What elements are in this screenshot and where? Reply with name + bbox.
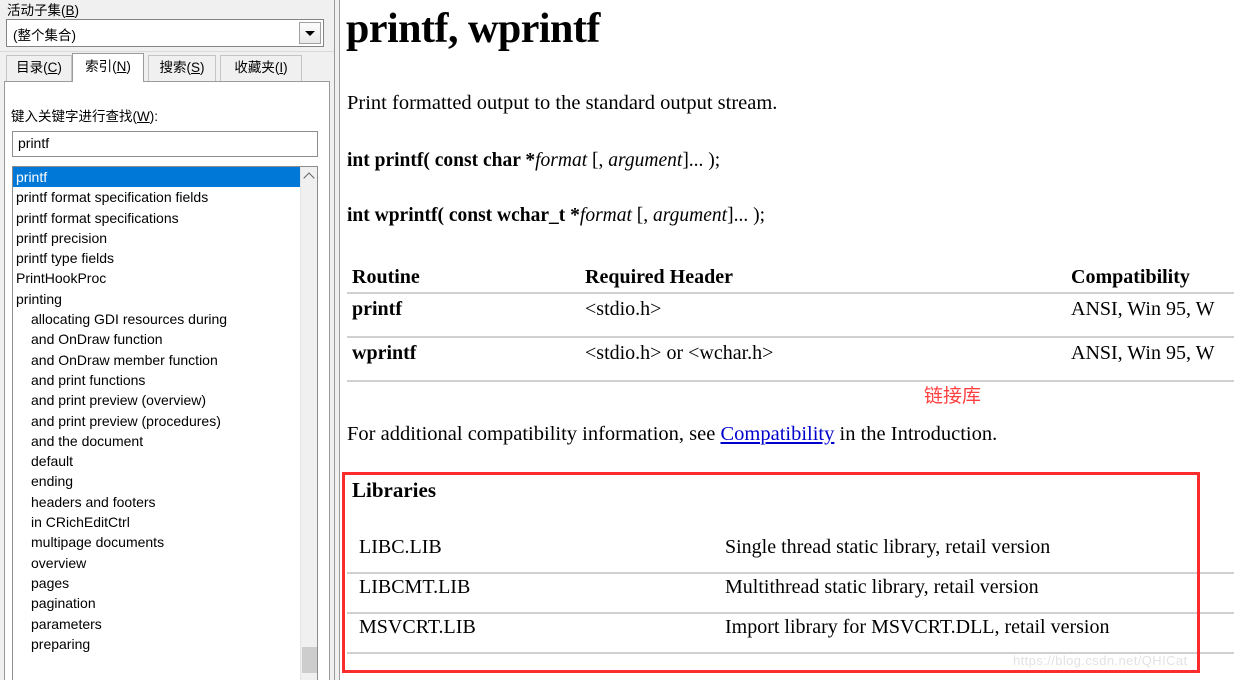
- pane-splitter[interactable]: [334, 0, 340, 680]
- tab-favorites[interactable]: 收藏夹(I): [220, 55, 302, 81]
- cell-library-description: Multithread static library, retail versi…: [725, 576, 1039, 598]
- table-header-row: Routine Required Header Compatibility: [347, 262, 1234, 294]
- libraries-table: LIBC.LIB Single thread static library, r…: [347, 534, 1234, 654]
- cell-compatibility: ANSI, Win 95, W: [1071, 298, 1215, 320]
- prototype-wprintf-param-format: format: [579, 205, 632, 226]
- cell-required-header: <stdio.h>: [585, 298, 662, 320]
- cell-library-description: Single thread static library, retail ver…: [725, 536, 1051, 558]
- prototype-wprintf-prefix: int wprintf( const wchar_t *: [347, 205, 580, 226]
- prototype-printf-mid: [,: [587, 150, 609, 171]
- navigation-pane: 活动子集(B) (整个集合) 目录(C) 索引(N) 搜索(S) 收藏夹(I) …: [0, 0, 334, 680]
- prototype-printf-suffix: ]... );: [682, 150, 721, 171]
- index-list-item[interactable]: printf precision: [13, 228, 301, 248]
- cell-required-header: <stdio.h> or <wchar.h>: [585, 342, 774, 364]
- libraries-heading: Libraries: [352, 478, 436, 502]
- table-row: printf <stdio.h> ANSI, Win 95, W: [347, 294, 1234, 338]
- index-list-item[interactable]: multipage documents: [13, 532, 301, 552]
- table-row: LIBCMT.LIB Multithread static library, r…: [347, 574, 1234, 614]
- index-list-item[interactable]: PrintHookProc: [13, 268, 301, 288]
- index-list-item[interactable]: and OnDraw function: [13, 329, 301, 349]
- index-keyword-value: printf: [18, 135, 50, 151]
- index-panel: 键入关键字进行查找(W): printf printf printf format…: [4, 81, 330, 680]
- nav-tab-strip: 目录(C) 索引(N) 搜索(S) 收藏夹(I): [0, 53, 334, 82]
- compatibility-note: For additional compatibility information…: [347, 423, 997, 446]
- prototype-wprintf-suffix: ]... );: [727, 205, 765, 226]
- prototype-wprintf: int wprintf( const wchar_t *format [, ar…: [347, 205, 765, 227]
- index-list-item[interactable]: and OnDraw member function: [13, 350, 301, 370]
- tab-contents[interactable]: 目录(C): [6, 55, 72, 81]
- index-list-item[interactable]: and print functions: [13, 370, 301, 390]
- table-row: wprintf <stdio.h> or <wchar.h> ANSI, Win…: [347, 338, 1234, 382]
- prototype-wprintf-param-argument: argument: [653, 205, 728, 226]
- content-pane: printf, wprintf Print formatted output t…: [341, 0, 1234, 680]
- table-row: LIBC.LIB Single thread static library, r…: [347, 534, 1234, 574]
- column-header-required-header: Required Header: [585, 266, 733, 288]
- prototype-printf-param-format: format: [535, 150, 588, 171]
- index-list-item[interactable]: headers and footers: [13, 492, 301, 512]
- index-list-item[interactable]: allocating GDI resources during: [13, 309, 301, 329]
- active-subset-group: 活动子集(B) (整个集合): [0, 0, 334, 52]
- prototype-printf-param-argument: argument: [608, 150, 683, 171]
- cell-library-description: Import library for MSVCRT.DLL, retail ve…: [725, 616, 1110, 638]
- index-list-item[interactable]: and print preview (overview): [13, 390, 301, 410]
- active-subset-dropdown-button[interactable]: [299, 22, 321, 44]
- index-list-frame: printf printf format specification fields…: [12, 166, 318, 680]
- index-keyword-hint: 键入关键字进行查找(W):: [11, 109, 158, 124]
- index-list-item[interactable]: pagination: [13, 593, 301, 613]
- active-subset-label: 活动子集(B): [7, 3, 80, 18]
- cell-library-name: LIBCMT.LIB: [359, 576, 471, 598]
- annotation-link-library: 链接库: [924, 385, 982, 407]
- index-list-item[interactable]: printf format specifications: [13, 208, 301, 228]
- watermark: https://blog.csdn.net/QHICat: [1013, 653, 1188, 668]
- prototype-printf-prefix: int printf( const char *: [347, 150, 536, 171]
- page-intro: Print formatted output to the standard o…: [347, 92, 778, 114]
- cell-library-name: MSVCRT.LIB: [359, 616, 476, 638]
- active-subset-combobox[interactable]: (整个集合): [6, 19, 324, 47]
- compatibility-note-before: For additional compatibility information…: [347, 423, 721, 445]
- index-list-scrollbar[interactable]: [300, 167, 317, 680]
- chevron-down-icon: [305, 31, 315, 36]
- prototype-wprintf-mid: [,: [631, 205, 654, 226]
- active-subset-value: (整个集合): [13, 28, 76, 43]
- index-list-item[interactable]: parameters: [13, 614, 301, 634]
- table-row: MSVCRT.LIB Import library for MSVCRT.DLL…: [347, 614, 1234, 654]
- index-keyword-input[interactable]: printf: [12, 131, 318, 157]
- index-list-item[interactable]: printing: [13, 289, 301, 309]
- chevron-up-icon[interactable]: [301, 167, 317, 184]
- index-list-item[interactable]: default: [13, 451, 301, 471]
- cell-routine: wprintf: [352, 342, 417, 364]
- index-list-item[interactable]: in CRichEditCtrl: [13, 512, 301, 532]
- cell-library-name: LIBC.LIB: [359, 536, 442, 558]
- index-list-item[interactable]: printf format specification fields: [13, 187, 301, 207]
- index-list-item[interactable]: and the document: [13, 431, 301, 451]
- index-list-item[interactable]: preparing: [13, 634, 301, 654]
- compatibility-link[interactable]: Compatibility: [720, 423, 834, 445]
- column-header-compatibility: Compatibility: [1071, 266, 1190, 288]
- help-viewer-window: 活动子集(B) (整个集合) 目录(C) 索引(N) 搜索(S) 收藏夹(I) …: [0, 0, 1234, 680]
- scrollbar-thumb[interactable]: [302, 647, 317, 673]
- index-list[interactable]: printf printf format specification fields…: [13, 167, 301, 680]
- page-title: printf, wprintf: [346, 6, 600, 52]
- prototype-printf: int printf( const char *format [, argume…: [347, 150, 720, 172]
- index-list-item[interactable]: overview: [13, 553, 301, 573]
- index-list-item[interactable]: printf type fields: [13, 248, 301, 268]
- compatibility-note-after: in the Introduction.: [834, 423, 998, 445]
- cell-routine: printf: [352, 298, 402, 320]
- index-list-item[interactable]: pages: [13, 573, 301, 593]
- compatibility-table: Routine Required Header Compatibility pr…: [347, 262, 1234, 382]
- tab-index[interactable]: 索引(N): [72, 53, 144, 82]
- cell-compatibility: ANSI, Win 95, W: [1071, 342, 1215, 364]
- column-header-routine: Routine: [352, 266, 420, 288]
- tab-search[interactable]: 搜索(S): [148, 55, 216, 81]
- index-list-item[interactable]: and print preview (procedures): [13, 411, 301, 431]
- index-list-item[interactable]: ending: [13, 471, 301, 491]
- index-list-item[interactable]: printf: [13, 167, 301, 188]
